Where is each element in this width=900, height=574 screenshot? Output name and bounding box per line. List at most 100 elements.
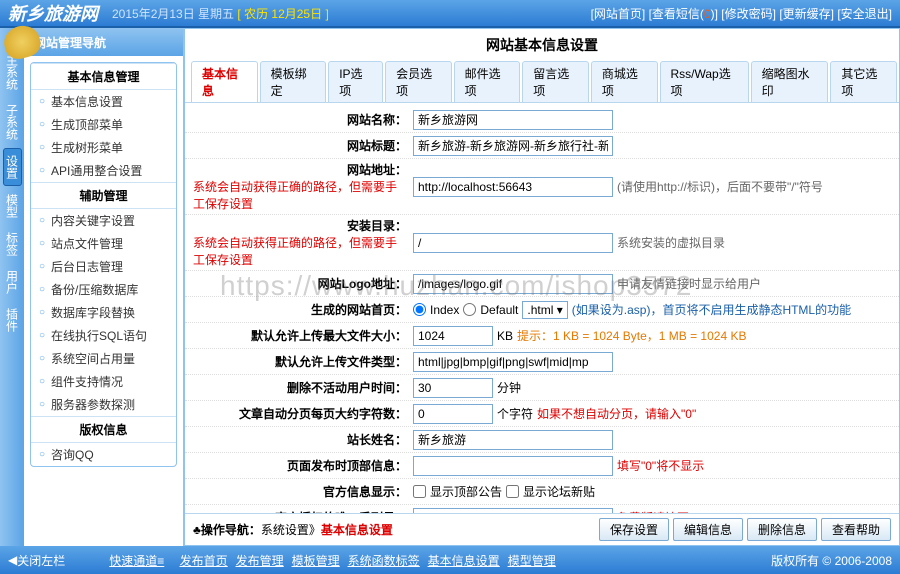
menu-item[interactable]: 在线执行SQL语句 <box>31 324 176 347</box>
menu-item[interactable]: 服务器参数探测 <box>31 393 176 416</box>
field-label: 网站名称： <box>193 111 413 128</box>
form-row: 文章自动分页每页大约字符数：个字符如果不想自动分页，请输入"0" <box>185 401 899 427</box>
radio-Default[interactable] <box>463 303 476 316</box>
module-tab[interactable]: 设置 <box>3 148 22 186</box>
tab[interactable]: 基本信息 <box>191 61 258 102</box>
tab[interactable]: 缩略图水印 <box>751 61 829 102</box>
quick-link[interactable]: 发布管理 <box>236 554 284 568</box>
link-home[interactable]: [网站首页] <box>591 7 646 21</box>
checkbox[interactable] <box>506 485 519 498</box>
quick-link[interactable]: 发布首页 <box>180 554 228 568</box>
tab[interactable]: Rss/Wap选项 <box>660 61 749 102</box>
field-label: 删除不活动用户时间： <box>193 379 413 396</box>
menu-item[interactable]: 后台日志管理 <box>31 255 176 278</box>
menu-item[interactable]: 站点文件管理 <box>31 232 176 255</box>
text-input[interactable] <box>413 177 613 197</box>
radio-Index[interactable] <box>413 303 426 316</box>
menu-category: 基本信息管理 <box>31 63 176 90</box>
site-logo: 新乡旅游网 <box>8 0 98 26</box>
form-row: 默认允许上传最大文件大小：KB提示：1 KB = 1024 Byte，1 MB … <box>185 323 899 349</box>
text-input[interactable] <box>413 352 613 372</box>
main-panel: 网站基本信息设置 基本信息模板绑定IP选项会员选项邮件选项留言选项商城选项Rss… <box>184 28 900 546</box>
menu-item[interactable]: 备份/压缩数据库 <box>31 278 176 301</box>
arrow-left-icon[interactable]: ◀ <box>8 553 17 567</box>
text-input[interactable] <box>413 404 493 424</box>
quick-links: 快速通道≡ 发布首页发布管理模板管理系统函数标签基本信息设置模型管理 <box>105 552 563 569</box>
menu-item[interactable]: 数据库字段替换 <box>31 301 176 324</box>
sidebar: 网站管理导航 基本信息管理基本信息设置生成顶部菜单生成树形菜单API通用整合设置… <box>24 28 184 546</box>
module-tab[interactable]: 子系统 <box>4 98 21 146</box>
form-row: 安装目录：系统会自动获得正确的路径，但需要手工保存设置系统安装的虚拟目录 <box>185 215 899 271</box>
module-tab[interactable]: 标签 <box>4 226 21 262</box>
field-label: 站长姓名： <box>193 431 413 448</box>
tab[interactable]: 留言选项 <box>522 61 589 102</box>
module-tab[interactable]: 用户 <box>4 264 21 300</box>
form-row: 默认允许上传文件类型： <box>185 349 899 375</box>
field-label: 安装目录：系统会自动获得正确的路径，但需要手工保存设置 <box>193 217 413 268</box>
text-input[interactable] <box>413 378 493 398</box>
tab[interactable]: 邮件选项 <box>454 61 521 102</box>
main-title: 网站基本信息设置 <box>185 29 899 61</box>
quick-link[interactable]: 基本信息设置 <box>428 554 500 568</box>
op-nav: ♣ 操作导航： 系统设置 》 基本信息设置 保存设置编辑信息删除信息查看帮助 <box>185 513 899 545</box>
field-label: 默认允许上传最大文件大小： <box>193 327 413 344</box>
action-button[interactable]: 编辑信息 <box>673 518 743 541</box>
tab[interactable]: 商城选项 <box>591 61 658 102</box>
left-module-strip: 主系统子系统设置模型标签用户插件 <box>0 28 24 546</box>
menu-item[interactable]: 系统空间占用量 <box>31 347 176 370</box>
field-label: 网站Logo地址： <box>193 275 413 292</box>
sidebar-menu: 基本信息管理基本信息设置生成顶部菜单生成树形菜单API通用整合设置辅助管理内容关… <box>30 62 177 467</box>
module-tab[interactable]: 插件 <box>4 302 21 338</box>
link-cache[interactable]: [更新缓存] <box>779 7 834 21</box>
menu-item[interactable]: 组件支持情况 <box>31 370 176 393</box>
module-tab[interactable]: 模型 <box>4 188 21 224</box>
text-input[interactable] <box>413 456 613 476</box>
text-input[interactable] <box>413 430 613 450</box>
form-row: 网站地址：系统会自动获得正确的路径，但需要手工保存设置(请使用http://标识… <box>185 159 899 215</box>
menu-item[interactable]: 基本信息设置 <box>31 90 176 113</box>
nav-header: 网站管理导航 <box>24 28 183 56</box>
tab[interactable]: 模板绑定 <box>260 61 327 102</box>
action-button[interactable]: 删除信息 <box>747 518 817 541</box>
action-buttons: 保存设置编辑信息删除信息查看帮助 <box>599 518 891 541</box>
action-button[interactable]: 保存设置 <box>599 518 669 541</box>
menu-item[interactable]: 生成树形菜单 <box>31 136 176 159</box>
text-input[interactable] <box>413 110 613 130</box>
field-label: 网站标题： <box>193 137 413 154</box>
quick-link[interactable]: 系统函数标签 <box>348 554 420 568</box>
menu-category: 版权信息 <box>31 416 176 443</box>
quick-link[interactable]: 模板管理 <box>292 554 340 568</box>
top-links: [网站首页] [查看短信(0)] [修改密码] [更新缓存] [安全退出] <box>591 5 892 22</box>
field-label: 官方信息显示： <box>193 483 413 500</box>
form-row: 站长姓名： <box>185 427 899 453</box>
tab[interactable]: IP选项 <box>328 61 383 102</box>
form-row: 网站Logo地址：申请友情链接时显示给用户 <box>185 271 899 297</box>
bottom-bar: ◀ 关闭左栏 快速通道≡ 发布首页发布管理模板管理系统函数标签基本信息设置模型管… <box>0 546 900 574</box>
ext-select[interactable]: .html ▾ <box>522 301 567 319</box>
tab[interactable]: 会员选项 <box>385 61 452 102</box>
menu-item[interactable]: 咨询QQ <box>31 443 176 466</box>
menu-item[interactable]: 内容关键字设置 <box>31 209 176 232</box>
link-msg[interactable]: [查看短信(0)] <box>649 7 718 21</box>
menu-item[interactable]: 生成顶部菜单 <box>31 113 176 136</box>
menu-item[interactable]: API通用整合设置 <box>31 159 176 182</box>
form-row: 页面发布时顶部信息：填写"0"将不显示 <box>185 453 899 479</box>
quick-link[interactable]: 模型管理 <box>508 554 556 568</box>
breadcrumb-icon: ♣ <box>193 523 201 537</box>
link-exit[interactable]: [安全退出] <box>837 7 892 21</box>
field-label: 网站地址：系统会自动获得正确的路径，但需要手工保存设置 <box>193 161 413 212</box>
text-input[interactable] <box>413 136 613 156</box>
action-button[interactable]: 查看帮助 <box>821 518 891 541</box>
link-pwd[interactable]: [修改密码] <box>721 7 776 21</box>
text-input[interactable] <box>413 233 613 253</box>
settings-form: 网站名称： 网站标题： 网站地址：系统会自动获得正确的路径，但需要手工保存设置(请使… <box>185 103 899 513</box>
copyright: 版权所有 © 2006-2008 <box>771 552 892 569</box>
checkbox[interactable] <box>413 485 426 498</box>
form-row: 网站名称： <box>185 107 899 133</box>
tab[interactable]: 其它选项 <box>830 61 897 102</box>
text-input[interactable] <box>413 326 493 346</box>
close-left[interactable]: 关闭左栏 <box>17 552 65 569</box>
lunar-date: [ 农历 12月25日 ] <box>237 5 328 22</box>
text-input[interactable] <box>413 274 613 294</box>
date-text: 2015年2月13日 星期五 <box>112 5 234 22</box>
